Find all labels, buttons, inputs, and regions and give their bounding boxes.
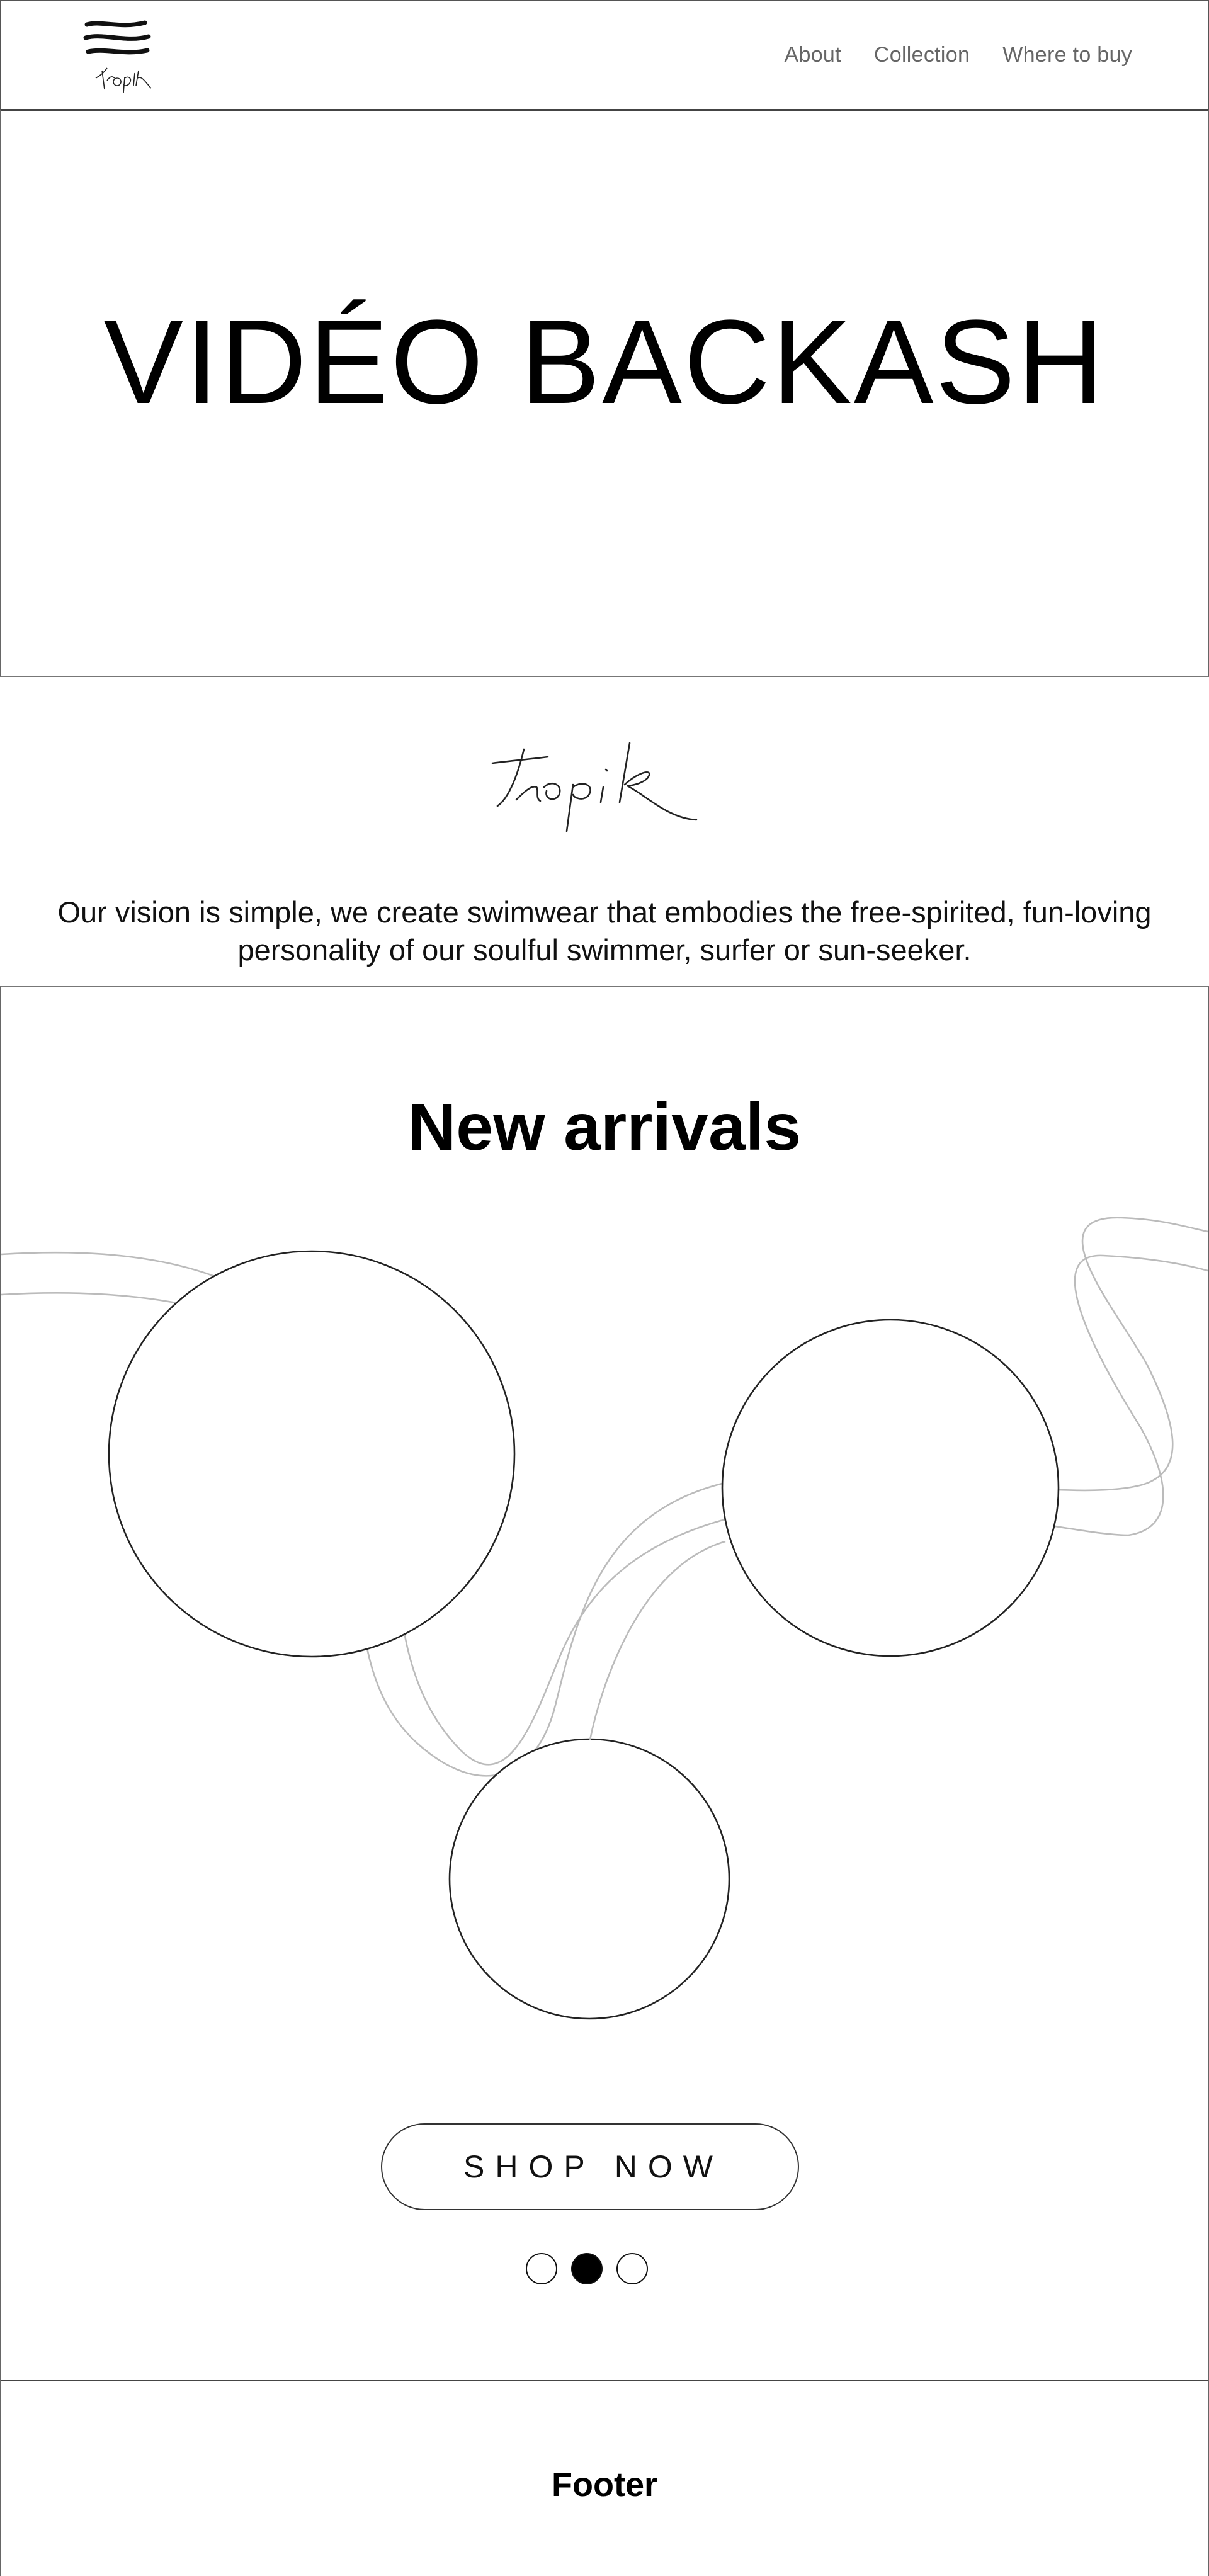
product-circle-3 xyxy=(448,1738,730,2020)
hero-video[interactable]: VIDÉO BACKASH xyxy=(0,110,1209,677)
new-arrivals-section: New arrivals SHOP NOW xyxy=(0,986,1209,2381)
product-circle-2 xyxy=(721,1319,1060,1657)
decorative-curves-overlay xyxy=(589,1540,726,1740)
nav-link-collection[interactable]: Collection xyxy=(874,43,970,67)
nav-link-where-to-buy[interactable]: Where to buy xyxy=(1002,43,1132,67)
main-nav: About Collection Where to buy xyxy=(785,43,1132,67)
carousel-dot-1[interactable] xyxy=(526,2253,557,2284)
shop-now-button[interactable]: SHOP NOW xyxy=(381,2123,799,2210)
site-header: About Collection Where to buy xyxy=(0,0,1209,111)
carousel-dot-2[interactable] xyxy=(571,2253,603,2284)
product-circles xyxy=(108,1250,1060,2020)
footer-title: Footer xyxy=(552,2466,657,2504)
hero-title: VIDÉO BACKASH xyxy=(103,295,1106,429)
tropik-script-logo xyxy=(479,724,730,844)
tropik-logo[interactable] xyxy=(82,15,157,97)
carousel-dots xyxy=(526,2253,648,2284)
nav-link-about[interactable]: About xyxy=(785,43,841,67)
site-footer: Footer xyxy=(0,2380,1209,2576)
product-circle-1 xyxy=(108,1250,516,1658)
carousel-dot-3[interactable] xyxy=(616,2253,648,2284)
brand-vision-text: Our vision is simple, we create swimwear… xyxy=(57,895,1152,967)
